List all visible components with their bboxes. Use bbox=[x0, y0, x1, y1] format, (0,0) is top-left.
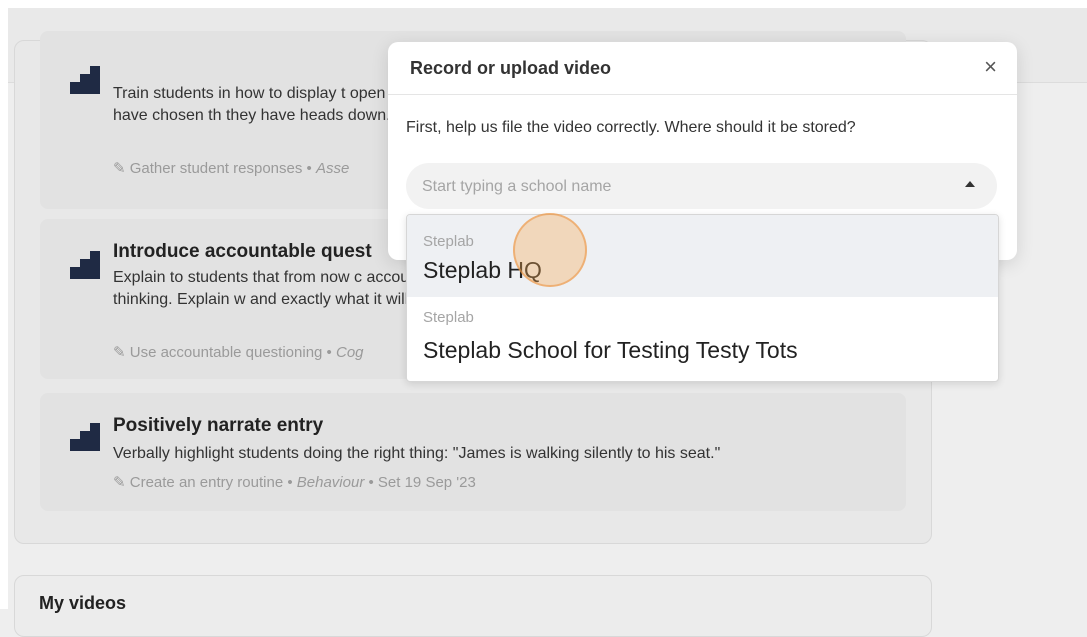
card-meta-tag: Gather student responses bbox=[129, 160, 303, 177]
card-meta-tag: Use accountable questioning bbox=[129, 344, 323, 361]
steps-icon bbox=[70, 66, 100, 94]
option-label: Steplab HQ bbox=[423, 257, 542, 283]
card-meta-tag: Create an entry routine bbox=[129, 474, 284, 491]
steps-icon bbox=[70, 423, 100, 451]
modal-header: Record or upload video × bbox=[388, 42, 1017, 95]
steps-icon bbox=[70, 251, 100, 279]
external-link-icon: ✎ bbox=[113, 474, 126, 491]
card-meta: ✎ Use accountable questioning • Cog bbox=[113, 344, 364, 361]
card-title: Positively narrate entry bbox=[113, 415, 324, 436]
external-link-icon: ✎ bbox=[113, 160, 126, 177]
card-meta-date: Set 19 Sep '23 bbox=[377, 474, 476, 491]
school-dropdown: Steplab Steplab HQ Steplab Steplab Schoo… bbox=[406, 214, 999, 382]
caret-up-icon[interactable] bbox=[965, 181, 975, 187]
my-videos-title: My videos bbox=[39, 593, 127, 613]
option-group-label: Steplab bbox=[423, 309, 474, 326]
card-meta-category: Behaviour bbox=[296, 474, 365, 491]
dropdown-option[interactable]: Steplab Steplab HQ bbox=[407, 215, 998, 297]
school-select[interactable] bbox=[406, 163, 997, 211]
card-description: Verbally highlight students doing the ri… bbox=[113, 445, 721, 462]
window-frame-left bbox=[0, 0, 8, 609]
card-title: Introduce accountable quest bbox=[113, 241, 372, 262]
close-icon[interactable]: × bbox=[984, 54, 997, 80]
card-meta-category: Asse bbox=[315, 160, 350, 177]
option-label: Steplab School for Testing Testy Tots bbox=[423, 337, 798, 363]
card-meta: ✎ Gather student responses • Asse bbox=[113, 160, 350, 177]
card-meta: ✎ Create an entry routine • Behaviour • … bbox=[113, 474, 476, 491]
strategy-card[interactable]: Positively narrate entry Verbally highli… bbox=[40, 393, 906, 511]
option-group-label: Steplab bbox=[423, 233, 474, 250]
window-frame-top bbox=[0, 0, 1087, 8]
modal-prompt: First, help us file the video correctly.… bbox=[406, 119, 856, 136]
dropdown-option[interactable]: Steplab Steplab School for Testing Testy… bbox=[407, 297, 998, 379]
my-videos-panel: My videos bbox=[14, 575, 932, 637]
school-search-input[interactable] bbox=[420, 163, 924, 211]
card-meta-category: Cog bbox=[335, 344, 364, 361]
external-link-icon: ✎ bbox=[113, 344, 126, 361]
modal-title: Record or upload video bbox=[410, 58, 612, 78]
